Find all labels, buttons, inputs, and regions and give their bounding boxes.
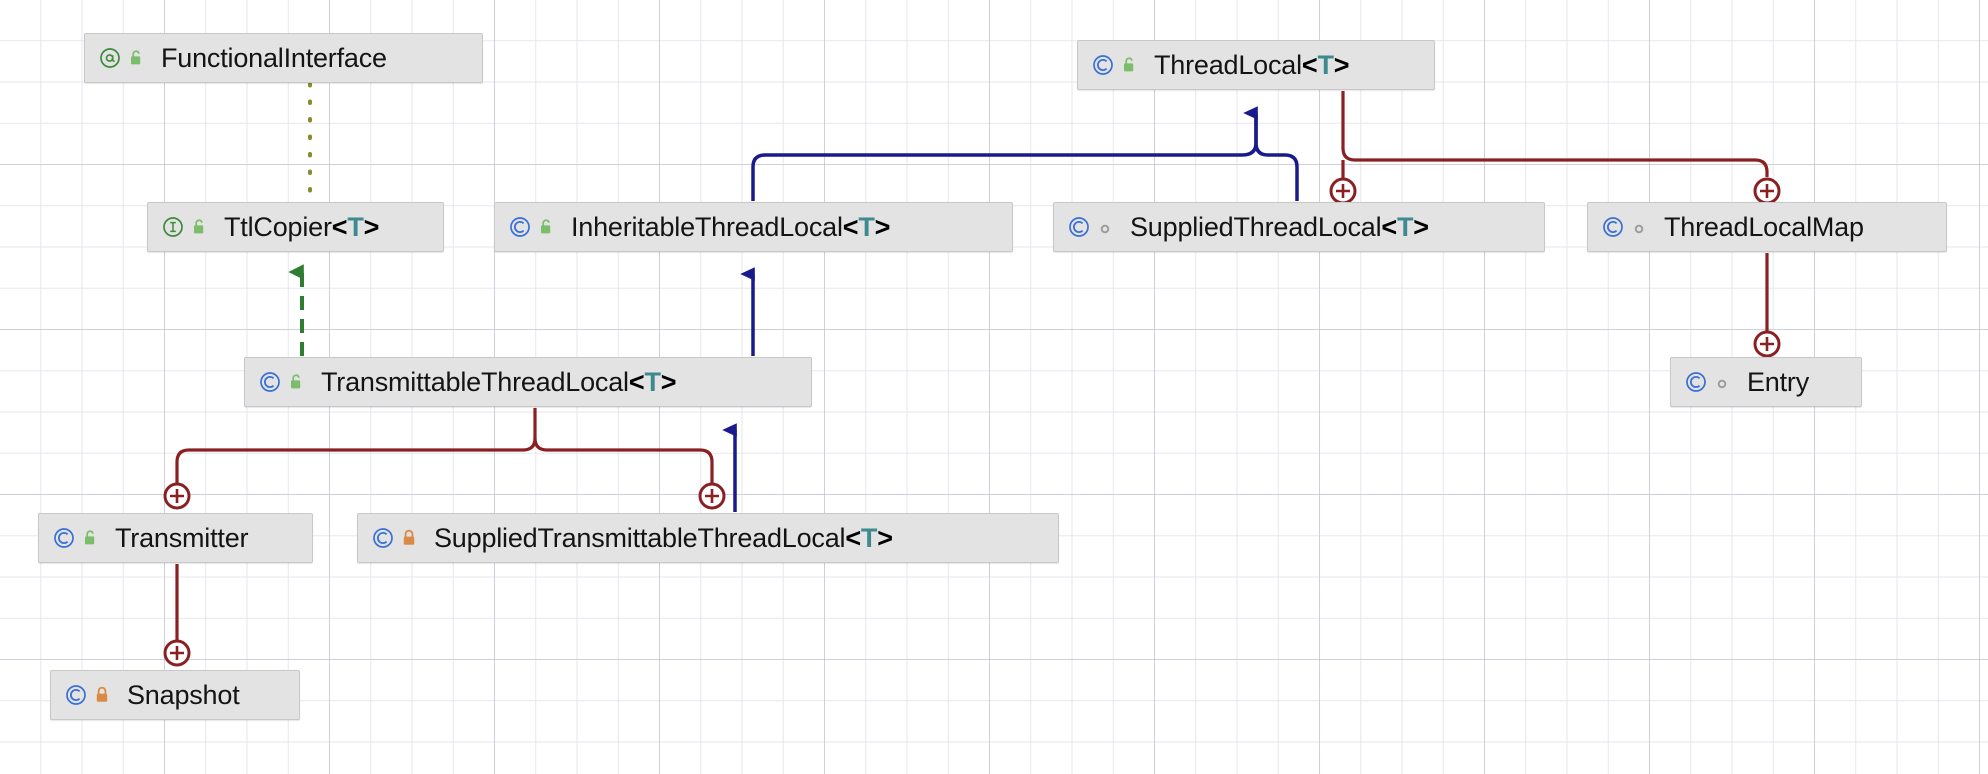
class-node-label: Transmitter	[115, 522, 249, 553]
class-node-label: SuppliedTransmittableThreadLocal<T>	[434, 522, 893, 553]
class-node-ttl-copier[interactable]: TtlCopier<T>	[147, 202, 444, 252]
edge-inheritable-extends-threadlocal	[751, 106, 1258, 201]
class-node-label: ThreadLocal<T>	[1154, 49, 1350, 80]
class-node-label: TransmittableThreadLocal<T>	[321, 366, 677, 397]
class-node-inheritable-thread-local[interactable]: InheritableThreadLocal<T>	[494, 202, 1013, 252]
generic-type-parameter: T	[1317, 49, 1334, 80]
class-c-icon	[260, 372, 280, 392]
generic-type-parameter: T	[644, 366, 661, 397]
class-node-supplied-thread-local[interactable]: SuppliedThreadLocal<T>	[1053, 202, 1545, 252]
class-name-text: ThreadLocal	[1154, 49, 1302, 80]
class-name-text: Transmitter	[115, 522, 249, 553]
generic-close-bracket: >	[1413, 211, 1429, 242]
package-private-dot-icon	[1634, 224, 1644, 234]
class-node-label: SuppliedThreadLocal<T>	[1130, 211, 1429, 242]
generic-open-bracket: <	[1381, 211, 1397, 242]
node-icon-gutter	[1685, 371, 1730, 393]
class-name-text: TransmittableThreadLocal	[321, 366, 629, 397]
class-node-transmittable-thread-local[interactable]: TransmittableThreadLocal<T>	[244, 357, 812, 407]
package-private-dot-icon	[1717, 379, 1727, 389]
class-node-thread-local[interactable]: ThreadLocal<T>	[1077, 40, 1435, 90]
generic-open-bracket: <	[842, 211, 859, 242]
interface-i-icon	[163, 217, 183, 237]
generic-type-parameter: T	[860, 522, 878, 553]
class-node-supplied-transmittable-thread-local[interactable]: SuppliedTransmittableThreadLocal<T>	[357, 513, 1059, 563]
generic-close-bracket: >	[877, 522, 893, 553]
public-unlocked-icon	[541, 219, 551, 234]
edge-threadlocal-inner-threadlocalmap	[1753, 177, 1781, 205]
class-node-entry[interactable]: Entry	[1670, 357, 1862, 407]
class-c-icon	[54, 528, 74, 548]
node-icon-gutter	[1602, 216, 1647, 238]
class-node-label: ThreadLocalMap	[1664, 211, 1864, 242]
class-name-text: Entry	[1747, 366, 1810, 397]
node-icon-gutter	[1092, 54, 1137, 76]
class-c-icon	[1069, 217, 1089, 237]
edge-transmittable-inner-suppliedttl	[533, 437, 726, 510]
public-unlocked-icon	[1124, 57, 1134, 72]
node-icon-gutter	[1068, 216, 1113, 238]
uml-class-diagram-canvas[interactable]: FunctionalInterface ThreadLocal<T> TtlCopi…	[0, 0, 1988, 774]
edge-threadlocalmap-inner-entry	[1753, 253, 1781, 358]
class-c-icon	[1093, 55, 1113, 75]
class-c-icon	[373, 528, 393, 548]
edge-transmitter-inner-snapshot	[163, 564, 191, 667]
node-icon-gutter	[259, 371, 304, 393]
node-icon-gutter	[65, 684, 110, 706]
class-c-icon	[66, 685, 86, 705]
generic-open-bracket: <	[331, 211, 348, 242]
class-name-text: FunctionalInterface	[161, 42, 387, 73]
generic-open-bracket: <	[628, 366, 645, 397]
private-locked-icon	[96, 686, 108, 702]
class-c-icon	[1686, 372, 1706, 392]
class-name-text: SuppliedThreadLocal	[1130, 211, 1382, 242]
class-node-snapshot[interactable]: Snapshot	[50, 670, 300, 720]
node-icon-gutter	[162, 216, 207, 238]
class-node-functional-interface[interactable]: FunctionalInterface	[84, 33, 483, 83]
class-node-label: TtlCopier<T>	[224, 211, 380, 242]
class-node-label: FunctionalInterface	[161, 42, 387, 73]
class-name-text: TtlCopier	[224, 211, 332, 242]
generic-close-bracket: >	[1333, 49, 1350, 80]
class-node-label: Entry	[1747, 366, 1810, 397]
class-name-text: SuppliedTransmittableThreadLocal	[434, 522, 846, 553]
class-node-label: InheritableThreadLocal<T>	[571, 211, 891, 242]
class-name-text: ThreadLocalMap	[1664, 211, 1864, 242]
edge-threadlocal-inner-suppliedthreadlocal	[1329, 91, 1769, 205]
generic-type-parameter: T	[347, 211, 364, 242]
generic-close-bracket: >	[874, 211, 891, 242]
node-icon-gutter	[99, 47, 144, 69]
class-name-text: Snapshot	[127, 679, 240, 710]
package-private-dot-icon	[1100, 224, 1110, 234]
generic-close-bracket: >	[363, 211, 380, 242]
generic-type-parameter: T	[1396, 211, 1414, 242]
class-node-label: Snapshot	[127, 679, 240, 710]
node-icon-gutter	[53, 527, 98, 549]
public-unlocked-icon	[85, 530, 95, 545]
generic-type-parameter: T	[858, 211, 875, 242]
public-unlocked-icon	[194, 219, 204, 234]
edge-suppliedthreadlocal-extends-threadlocal	[1254, 115, 1299, 201]
public-unlocked-icon	[131, 50, 141, 65]
generic-close-bracket: >	[660, 366, 677, 397]
node-icon-gutter	[509, 216, 554, 238]
class-node-thread-local-map[interactable]: ThreadLocalMap	[1587, 202, 1947, 252]
generic-open-bracket: <	[845, 522, 861, 553]
class-name-text: InheritableThreadLocal	[571, 211, 843, 242]
edge-transmittable-inner-transmitter	[163, 408, 537, 510]
generic-open-bracket: <	[1301, 49, 1318, 80]
node-icon-gutter	[372, 527, 417, 549]
class-c-icon	[1603, 217, 1623, 237]
private-locked-icon	[403, 529, 415, 545]
class-c-icon	[510, 217, 530, 237]
public-unlocked-icon	[291, 374, 301, 389]
class-node-transmitter[interactable]: Transmitter	[38, 513, 313, 563]
annotation-at-icon	[100, 48, 120, 68]
